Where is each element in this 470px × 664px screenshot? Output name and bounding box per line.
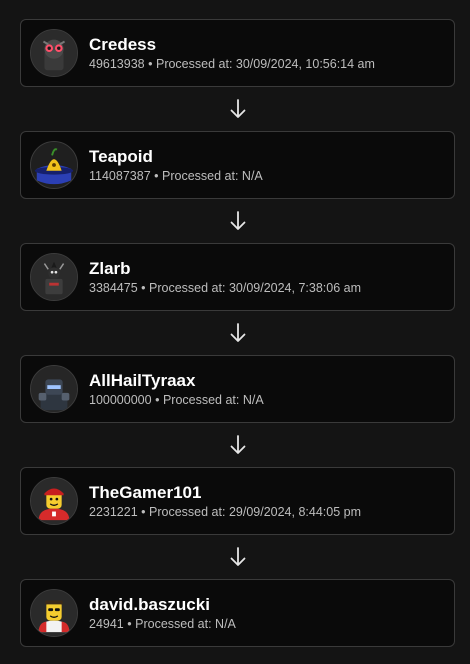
user-meta: 100000000 • Processed at: N/A xyxy=(89,392,264,408)
processed-time: 30/09/2024, 7:38:06 am xyxy=(228,280,362,295)
separator-dot: • xyxy=(154,168,159,183)
user-meta: 2231221 • Processed at: 29/09/2024, 8:44… xyxy=(89,504,361,520)
processed-time: N/A xyxy=(215,616,236,631)
user-meta: 49613938 • Processed at: 30/09/2024, 10:… xyxy=(89,56,375,72)
arrow-down-icon xyxy=(20,87,455,131)
user-id: 114087387 xyxy=(89,168,151,183)
processed-time: 29/09/2024, 8:44:05 pm xyxy=(228,504,362,519)
processed-label: Processed at: xyxy=(149,504,226,519)
user-card-david-baszucki[interactable]: david.baszucki 24941 • Processed at: N/A xyxy=(20,579,455,647)
username: TheGamer101 xyxy=(89,482,202,502)
zlarb-avatar-icon xyxy=(30,253,78,301)
david-baszucki-avatar-icon xyxy=(30,589,78,637)
processed-time: N/A xyxy=(242,392,264,407)
user-id: 2231221 xyxy=(89,504,138,519)
user-chain: Credess 49613938 • Processed at: 30/09/2… xyxy=(20,19,455,647)
username: david.baszucki xyxy=(89,594,210,614)
user-meta: 3384475 • Processed at: 30/09/2024, 7:38… xyxy=(89,280,361,296)
username: Teapoid xyxy=(89,146,153,166)
arrow-down-icon xyxy=(20,199,455,243)
separator-dot: • xyxy=(141,280,146,295)
user-card-allhailtyraax[interactable]: AllHailTyraax 100000000 • Processed at: … xyxy=(20,355,455,423)
credess-avatar-icon xyxy=(30,29,78,77)
user-card-thegamer101[interactable]: TheGamer101 2231221 • Processed at: 29/0… xyxy=(20,467,455,535)
user-card-teapoid[interactable]: Teapoid 114087387 • Processed at: N/A xyxy=(20,131,455,199)
processed-label: Processed at: xyxy=(162,168,239,183)
separator-dot: • xyxy=(127,616,132,631)
processed-time: N/A xyxy=(241,168,263,183)
user-meta: 24941 • Processed at: N/A xyxy=(89,616,236,632)
username: AllHailTyraax xyxy=(89,370,196,390)
user-card-credess[interactable]: Credess 49613938 • Processed at: 30/09/2… xyxy=(20,19,455,87)
username: Credess xyxy=(89,34,157,54)
allhailtyraax-avatar-icon xyxy=(30,365,78,413)
separator-dot: • xyxy=(141,504,146,519)
user-id: 3384475 xyxy=(89,280,138,295)
processed-label: Processed at: xyxy=(149,280,226,295)
user-meta: 114087387 • Processed at: N/A xyxy=(89,168,263,184)
teapoid-avatar-icon xyxy=(30,141,78,189)
arrow-down-icon xyxy=(20,311,455,355)
user-card-zlarb[interactable]: Zlarb 3384475 • Processed at: 30/09/2024… xyxy=(20,243,455,311)
processed-label: Processed at: xyxy=(162,392,240,407)
arrow-down-icon xyxy=(20,535,455,579)
separator-dot: • xyxy=(155,392,160,407)
processed-label: Processed at: xyxy=(155,56,233,71)
user-id: 49613938 xyxy=(89,56,145,71)
user-id: 100000000 xyxy=(89,392,152,407)
username: Zlarb xyxy=(89,258,131,278)
thegamer101-avatar-icon xyxy=(30,477,78,525)
processed-time: 30/09/2024, 10:56:14 am xyxy=(235,56,375,71)
arrow-down-icon xyxy=(20,423,455,467)
user-id: 24941 xyxy=(89,616,124,631)
separator-dot: • xyxy=(148,56,153,71)
processed-label: Processed at: xyxy=(135,616,212,631)
